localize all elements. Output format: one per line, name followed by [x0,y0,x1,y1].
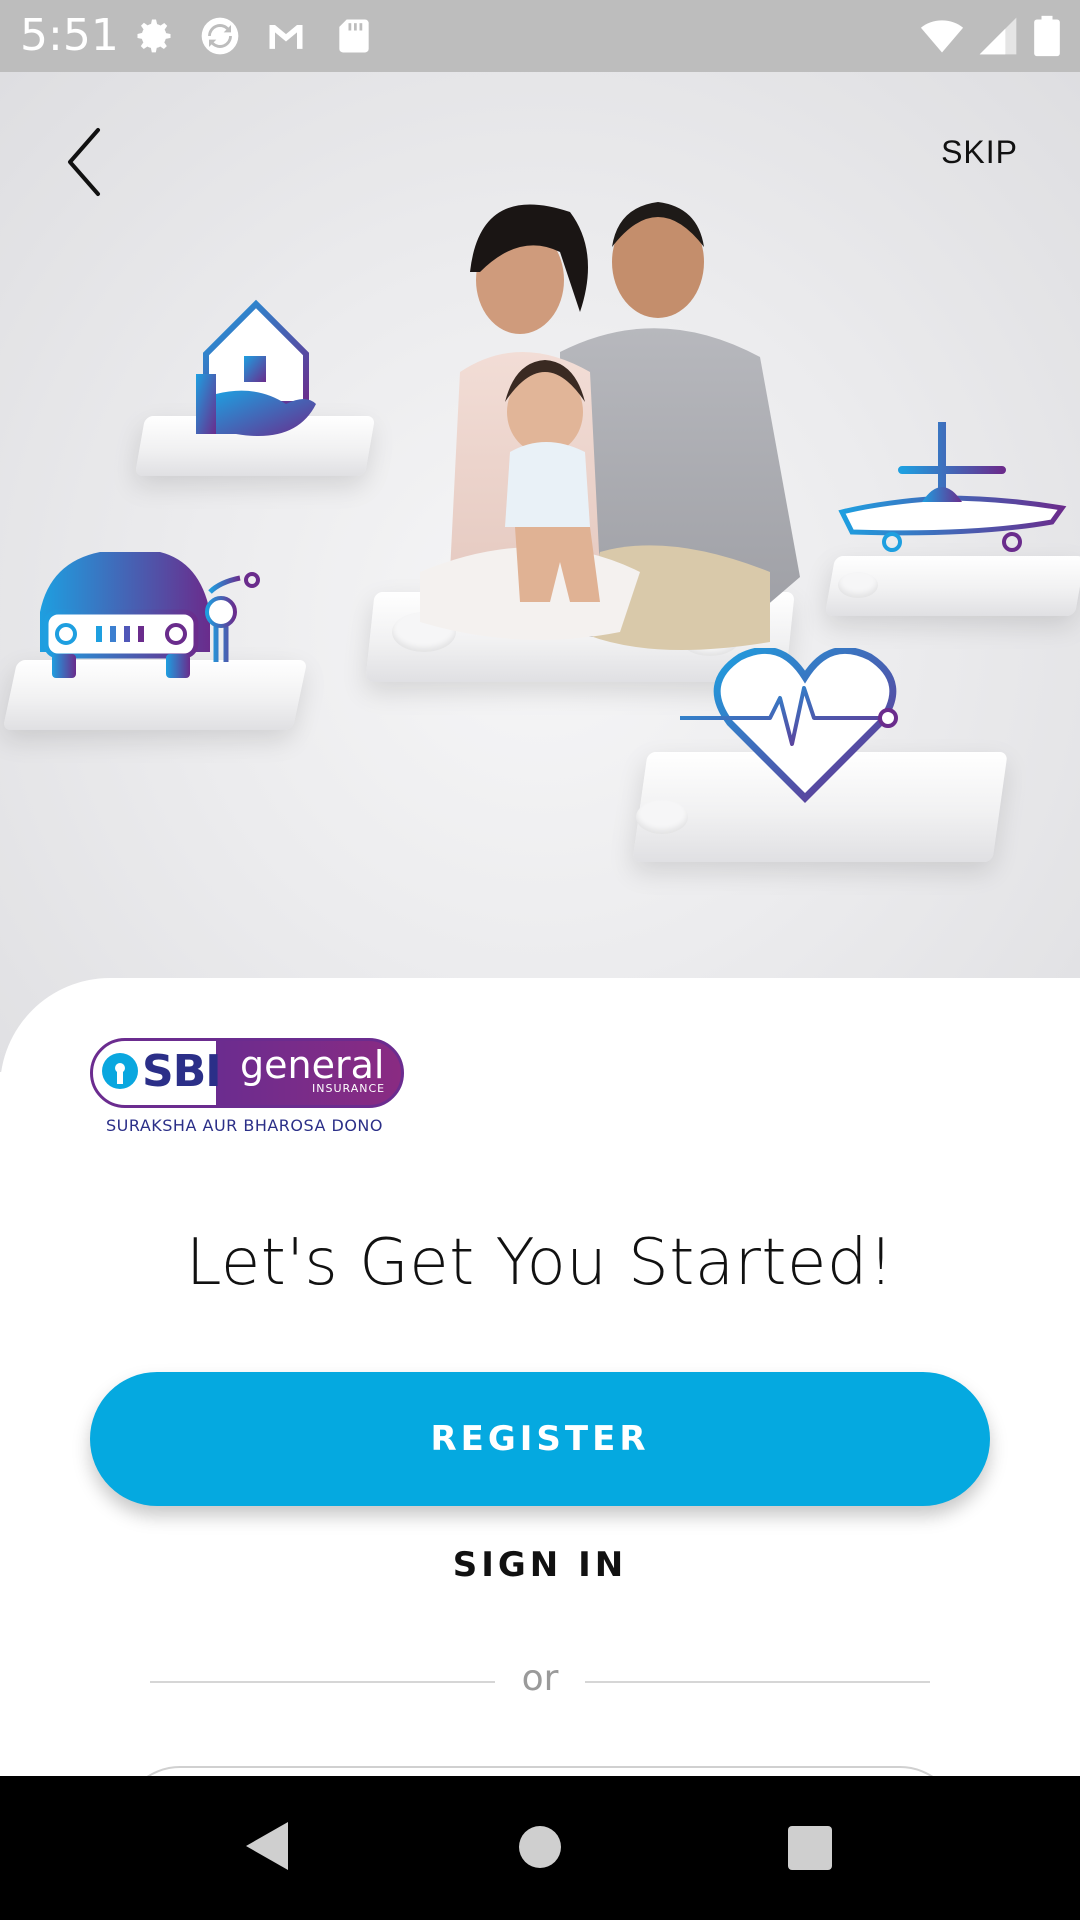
gmail-icon [269,25,303,49]
register-button[interactable]: REGISTER [90,1372,990,1506]
onboarding-card: SBI general INSURANCE SURAKSHA AUR BHARO… [0,978,1080,1778]
sbi-logo-icon [102,1053,138,1089]
nav-recents-icon[interactable] [788,1826,832,1870]
signal-icon [979,17,1017,55]
logo-brand: SBI [142,1046,222,1097]
family-photo [420,202,800,650]
gear-icon [137,19,171,53]
page-title: Let's Get You Started! [185,1226,895,1300]
car-bike-insurance-icon [40,552,260,678]
home-insurance-icon [196,299,316,436]
status-bar: 5:51 [0,0,1080,72]
sbi-general-logo: SBI general INSURANCE SURAKSHA AUR BHARO… [90,1038,410,1138]
sync-icon [201,17,239,55]
status-time: 5:51 [20,10,119,61]
nav-back-icon[interactable] [246,1822,288,1870]
skip-button[interactable]: SKIP [941,134,1018,171]
wifi-icon [920,20,964,53]
nav-home-icon[interactable] [519,1826,561,1868]
battery-icon [1034,15,1060,57]
logo-sub: INSURANCE [312,1082,386,1095]
back-arrow-icon[interactable] [54,122,114,202]
divider-line-right [585,1681,930,1683]
hero-banner: SKIP [0,72,1080,1072]
heart-health-icon [680,648,898,803]
logo-tagline: SURAKSHA AUR BHAROSA DONO [106,1116,383,1135]
divider-line-left [150,1681,495,1683]
sd-card-icon [339,19,369,53]
puzzle-knob [838,572,878,598]
divider-or: or [521,1658,559,1699]
system-nav-bar [0,1776,1080,1920]
sign-in-button[interactable]: SIGN IN [390,1530,690,1600]
airplane-travel-icon [838,422,1067,552]
